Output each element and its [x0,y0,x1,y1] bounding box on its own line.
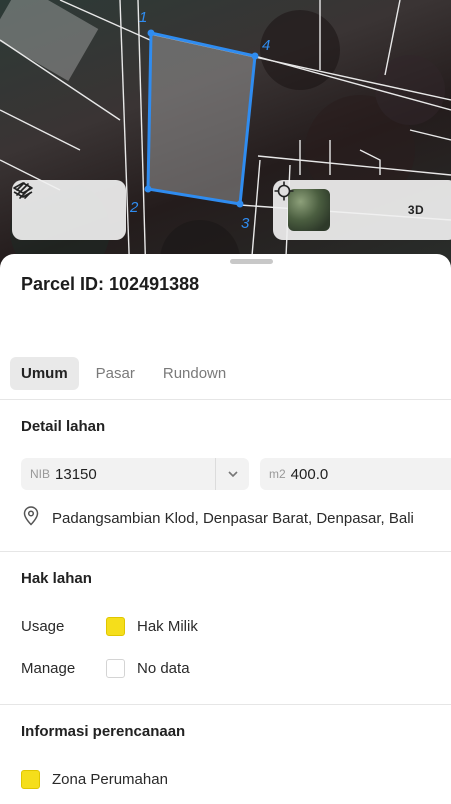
divider [0,704,451,705]
usage-color-swatch [106,617,125,636]
manage-value: No data [137,660,190,677]
chevron-down-icon [227,465,239,483]
manage-color-swatch [106,659,125,678]
zone-row: Zona Perumahan [21,770,168,789]
zone-color-swatch [21,770,40,789]
vertex-label-4: 4 [262,37,270,54]
parcel-title: Parcel ID: 102491388 [21,274,200,294]
usage-row: Usage Hak Milik [21,617,198,636]
usage-value: Hak Milik [137,618,198,635]
manage-label: Manage [21,660,76,677]
measure-button[interactable] [16,182,113,230]
area-unit-prefix: m2 [269,467,286,481]
parcel-detail-sheet: Parcel ID: 102491388 Umum Pasar Rundown … [0,254,451,804]
section-title-hak-lahan: Hak lahan [21,570,92,587]
vertex-label-1: 1 [139,9,147,26]
tab-rundown[interactable]: Rundown [152,357,237,390]
sheet-drag-handle[interactable] [230,259,273,264]
address-text: Padangsambian Klod, Denpasar Barat, Denp… [52,510,414,527]
nib-prefix: NIB [30,467,51,481]
manage-row: Manage No data [21,659,190,678]
map-tools-right: 3D [273,180,451,240]
zone-value: Zona Perumahan [52,771,168,788]
nib-dropdown-button[interactable] [215,458,249,490]
vertex-label-2: 2 [129,199,139,216]
tab-bar: Umum Pasar Rundown [10,357,237,390]
nib-field[interactable]: NIB 13150 [21,458,249,490]
location-pin-icon [22,506,40,531]
area-field[interactable]: m2 400.0 [260,458,451,490]
map-tools-left [12,180,126,240]
locate-button[interactable] [274,181,393,230]
tab-umum[interactable]: Umum [10,357,79,390]
divider [0,551,451,552]
section-title-informasi-perencanaan: Informasi perencanaan [21,723,186,740]
vertex-label-3: 3 [241,215,250,232]
area-value: 400.0 [290,465,329,483]
section-title-detail-lahan: Detail lahan [21,418,106,435]
address-row: Padangsambian Klod, Denpasar Barat, Denp… [22,506,414,531]
nib-value: 13150 [55,465,97,483]
3d-label: 3D [407,203,425,217]
3d-view-button[interactable]: 3D [393,190,439,230]
selected-parcel[interactable] [146,31,257,206]
tab-pasar[interactable]: Pasar [85,357,146,390]
usage-label: Usage [21,618,65,635]
divider [0,399,451,400]
map-view[interactable]: 1 2 3 4 3D [0,0,451,280]
